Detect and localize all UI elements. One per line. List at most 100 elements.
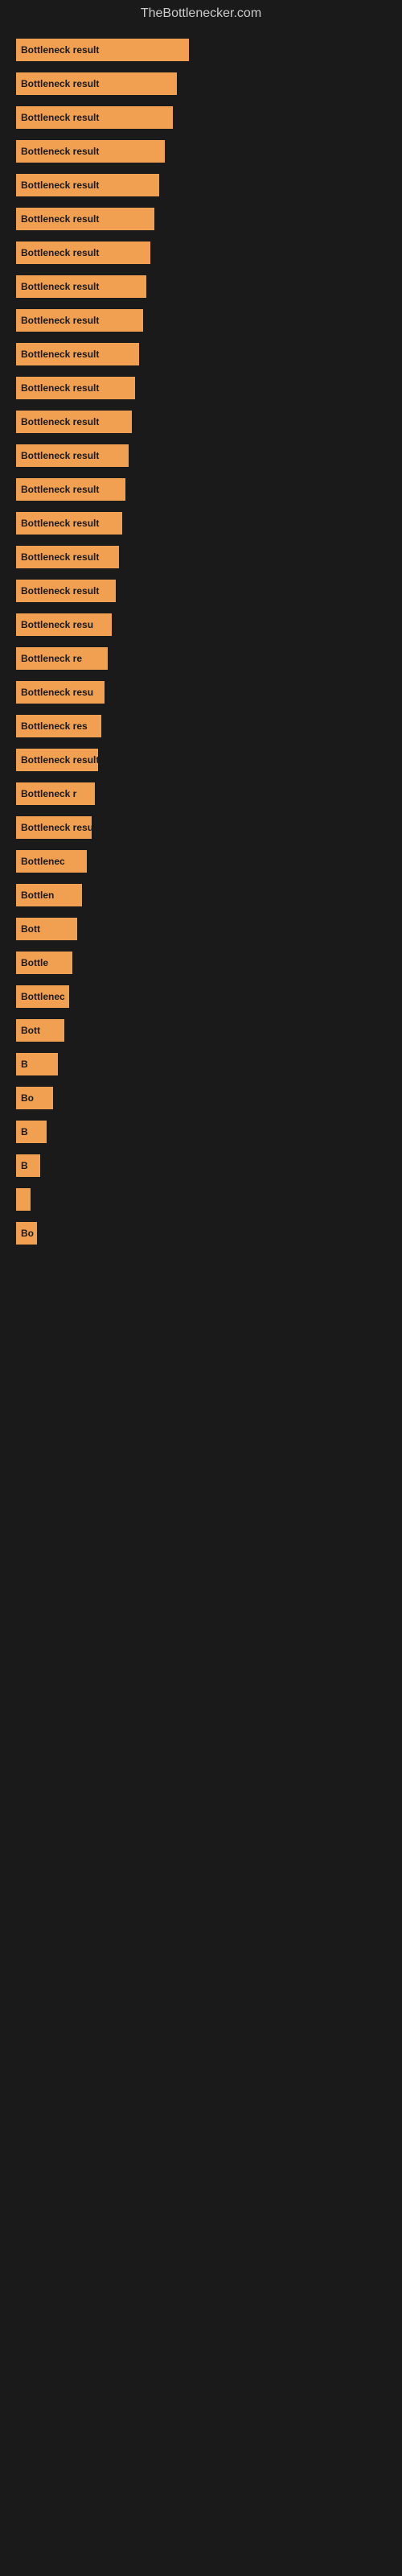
- bar-label-35: Bo: [21, 1228, 34, 1239]
- bar-label-26: Bott: [21, 923, 40, 935]
- bar-label-30: B: [21, 1059, 28, 1070]
- bar-7: Bottleneck result: [16, 275, 146, 298]
- bar-label-10: Bottleneck result: [21, 382, 99, 394]
- bar-row: Bottleneck res: [16, 715, 386, 737]
- bar-26: Bott: [16, 918, 77, 940]
- bar-label-20: Bottleneck res: [21, 720, 88, 732]
- bar-35: Bo: [16, 1222, 37, 1245]
- bar-17: Bottleneck resu: [16, 613, 112, 636]
- bar-row: Bottle: [16, 952, 386, 974]
- bar-row: Bottlen: [16, 884, 386, 906]
- bar-label-15: Bottleneck result: [21, 551, 99, 563]
- bar-label-1: Bottleneck result: [21, 78, 99, 89]
- bar-label-2: Bottleneck result: [21, 112, 99, 123]
- bar-row: B: [16, 1154, 386, 1177]
- bar-12: Bottleneck result: [16, 444, 129, 467]
- bar-row: B: [16, 1053, 386, 1075]
- bar-row: Bottleneck result: [16, 546, 386, 568]
- bar-row: Bottleneck result: [16, 377, 386, 399]
- bar-row: Bottleneck result: [16, 72, 386, 95]
- bar-row: Bottleneck re: [16, 647, 386, 670]
- bar-row: [16, 1188, 386, 1211]
- bar-row: Bottleneck result: [16, 749, 386, 771]
- bar-row: Bottleneck result: [16, 39, 386, 61]
- bar-row: Bott: [16, 918, 386, 940]
- bar-label-33: B: [21, 1160, 28, 1171]
- bar-label-8: Bottleneck result: [21, 315, 99, 326]
- bar-20: Bottleneck res: [16, 715, 101, 737]
- bar-8: Bottleneck result: [16, 309, 143, 332]
- bar-4: Bottleneck result: [16, 174, 159, 196]
- bar-row: Bottleneck result: [16, 580, 386, 602]
- bars-container: Bottleneck result Bottleneck result Bottle…: [0, 31, 402, 1264]
- bar-19: Bottleneck resu: [16, 681, 105, 704]
- bar-27: Bottle: [16, 952, 72, 974]
- bar-row: Bottleneck result: [16, 174, 386, 196]
- bar-row: Bott: [16, 1019, 386, 1042]
- bar-row: Bottleneck result: [16, 411, 386, 433]
- bar-label-7: Bottleneck result: [21, 281, 99, 292]
- bar-label-22: Bottleneck r: [21, 788, 76, 799]
- bar-10: Bottleneck result: [16, 377, 135, 399]
- bar-label-14: Bottleneck result: [21, 518, 99, 529]
- bar-label-3: Bottleneck result: [21, 146, 99, 157]
- bar-label-27: Bottle: [21, 957, 48, 968]
- bar-row: Bottleneck result: [16, 208, 386, 230]
- bar-label-17: Bottleneck resu: [21, 619, 93, 630]
- bar-9: Bottleneck result: [16, 343, 139, 365]
- bar-label-28: Bottlenec: [21, 991, 65, 1002]
- bar-18: Bottleneck re: [16, 647, 108, 670]
- bar-28: Bottlenec: [16, 985, 69, 1008]
- site-title-text: TheBottlenecker.com: [141, 6, 261, 20]
- bar-row: Bottleneck resu: [16, 816, 386, 839]
- bar-label-32: B: [21, 1126, 28, 1137]
- bar-25: Bottlen: [16, 884, 82, 906]
- bar-label-31: Bo: [21, 1092, 34, 1104]
- bar-21: Bottleneck result: [16, 749, 98, 771]
- bar-label-12: Bottleneck result: [21, 450, 99, 461]
- bar-label-9: Bottleneck result: [21, 349, 99, 360]
- bar-label-25: Bottlen: [21, 890, 54, 901]
- bar-5: Bottleneck result: [16, 208, 154, 230]
- bar-label-6: Bottleneck result: [21, 247, 99, 258]
- bar-row: B: [16, 1121, 386, 1143]
- bar-label-4: Bottleneck result: [21, 180, 99, 191]
- bar-15: Bottleneck result: [16, 546, 119, 568]
- bar-label-19: Bottleneck resu: [21, 687, 93, 698]
- bar-34: [16, 1188, 31, 1211]
- bar-row: Bottleneck result: [16, 478, 386, 501]
- bar-6: Bottleneck result: [16, 242, 150, 264]
- bar-24: Bottlenec: [16, 850, 87, 873]
- bar-30: B: [16, 1053, 58, 1075]
- bar-label-5: Bottleneck result: [21, 213, 99, 225]
- bar-31: Bo: [16, 1087, 53, 1109]
- bar-label-0: Bottleneck result: [21, 44, 99, 56]
- bar-16: Bottleneck result: [16, 580, 116, 602]
- bar-3: Bottleneck result: [16, 140, 165, 163]
- bar-row: Bottlenec: [16, 985, 386, 1008]
- bar-13: Bottleneck result: [16, 478, 125, 501]
- bar-row: Bottleneck result: [16, 140, 386, 163]
- bar-label-23: Bottleneck resu: [21, 822, 92, 833]
- bar-label-24: Bottlenec: [21, 856, 65, 867]
- bar-label-21: Bottleneck result: [21, 754, 98, 766]
- bar-29: Bott: [16, 1019, 64, 1042]
- bar-label-11: Bottleneck result: [21, 416, 99, 427]
- bar-label-13: Bottleneck result: [21, 484, 99, 495]
- bar-row: Bo: [16, 1087, 386, 1109]
- bar-2: Bottleneck result: [16, 106, 173, 129]
- site-title: TheBottlenecker.com: [0, 0, 402, 31]
- bar-row: Bottleneck result: [16, 106, 386, 129]
- bar-row: Bottleneck r: [16, 782, 386, 805]
- bar-label-16: Bottleneck result: [21, 585, 99, 597]
- bar-row: Bottlenec: [16, 850, 386, 873]
- bar-row: Bottleneck result: [16, 444, 386, 467]
- bar-22: Bottleneck r: [16, 782, 95, 805]
- bar-row: Bottleneck result: [16, 275, 386, 298]
- bar-row: Bo: [16, 1222, 386, 1245]
- bar-row: Bottleneck resu: [16, 613, 386, 636]
- bar-11: Bottleneck result: [16, 411, 132, 433]
- bar-32: B: [16, 1121, 47, 1143]
- bar-row: Bottleneck result: [16, 309, 386, 332]
- bar-row: Bottleneck resu: [16, 681, 386, 704]
